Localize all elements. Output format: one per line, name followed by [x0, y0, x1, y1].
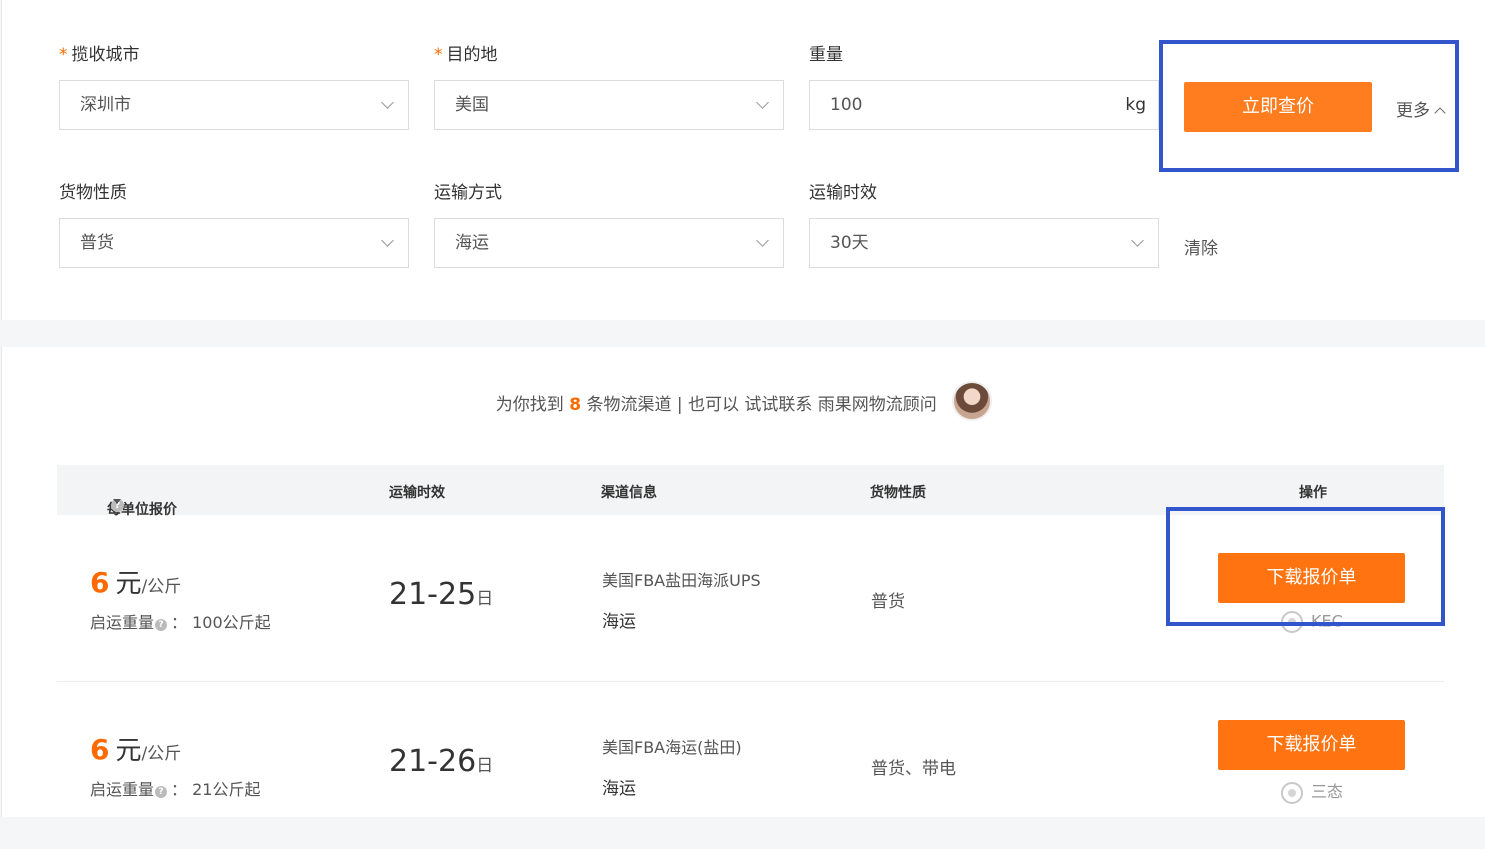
transit-unit: 日 [476, 589, 494, 609]
headset-icon [1281, 781, 1303, 804]
summary-prefix: 为你找到 [495, 395, 564, 415]
summary-suffix[interactable]: 条物流渠道 | 也可以 试试联系 雨果网物流顾问 [586, 395, 936, 415]
pickup-city-label: * 揽收城市 [59, 40, 140, 65]
cargo-type-value: 普货 [80, 233, 114, 253]
destination-value: 美国 [455, 95, 489, 115]
chevron-down-icon [381, 96, 394, 109]
transit-time: 21-25日 [389, 577, 493, 612]
shipping-method-select[interactable]: 海运 [434, 218, 784, 268]
price-amount: 6 [90, 733, 110, 766]
price-currency: 元 [115, 569, 142, 599]
col-action-header: 操作 [1299, 485, 1327, 501]
chevron-down-icon [756, 234, 769, 247]
min-weight: 启运重量?： 100公斤起 [90, 613, 271, 632]
min-weight: 启运重量?： 21公斤起 [90, 780, 261, 799]
sort-desc-icon[interactable] [113, 499, 121, 504]
min-weight-value: 100公斤起 [192, 613, 271, 632]
required-mark: * [59, 45, 68, 65]
cargo-type-select[interactable]: 普货 [59, 218, 409, 268]
price-unit: /公斤 [141, 744, 182, 764]
channel-info: 美国FBA海运(盐田) 海运 [602, 734, 742, 799]
cargo-type: 普货、带电 [871, 759, 956, 779]
chevron-down-icon [381, 234, 394, 247]
highlight-box [1159, 40, 1459, 172]
cargo-type-label: 货物性质 [59, 183, 127, 203]
channel-mode: 海运 [602, 612, 636, 632]
help-icon[interactable]: ? [155, 786, 168, 798]
pickup-city-select[interactable]: 深圳市 [59, 80, 409, 130]
price-amount: 6 [90, 566, 110, 599]
transit-range: 21-25 [389, 577, 477, 612]
consultant-name: 三态 [1311, 782, 1344, 801]
unit-price: 6 元/公斤 [90, 563, 181, 600]
channel-name: 美国FBA盐田海派UPS [602, 571, 761, 590]
download-quote-button[interactable]: 下载报价单 [1218, 720, 1405, 770]
destination-label-text: 目的地 [446, 45, 498, 65]
min-weight-value: 21公斤起 [192, 780, 261, 799]
col-transit-header: 运输时效 [389, 485, 445, 501]
table-row: 6 元/公斤 启运重量?： 21公斤起 21-26日 美国FBA海运(盐田) 海运 … [57, 682, 1444, 849]
required-mark: * [434, 45, 443, 65]
result-summary: 为你找到 8 条物流渠道 | 也可以 试试联系 雨果网物流顾问 [2, 381, 1485, 425]
help-icon[interactable]: ? [155, 619, 168, 631]
transit-unit: 日 [476, 756, 494, 776]
result-count: 8 [569, 395, 582, 415]
pickup-city-label-text: 揽收城市 [71, 45, 140, 65]
price-unit: /公斤 [141, 577, 182, 597]
pickup-city-value: 深圳市 [80, 95, 131, 115]
shipping-method-value: 海运 [455, 233, 489, 253]
weight-value: 100 [830, 95, 863, 115]
destination-select[interactable]: 美国 [434, 80, 784, 130]
weight-unit: kg [1125, 95, 1146, 115]
transit-time-select[interactable]: 30天 [809, 218, 1159, 268]
channel-info: 美国FBA盐田海派UPS 海运 [602, 567, 761, 632]
consultant-link[interactable]: 三态 [1281, 778, 1343, 804]
shipping-method-label: 运输方式 [434, 183, 502, 203]
price-currency: 元 [115, 736, 142, 766]
chevron-down-icon [756, 96, 769, 109]
channel-mode: 海运 [602, 779, 636, 799]
cargo-type: 普货 [871, 592, 905, 612]
weight-label: 重量 [809, 45, 843, 65]
avatar[interactable] [952, 381, 993, 421]
col-cargo-header: 货物性质 [870, 485, 926, 501]
col-channel-header: 渠道信息 [601, 485, 657, 501]
transit-range: 21-26 [389, 744, 477, 779]
weight-input[interactable]: 100 kg [809, 80, 1159, 130]
unit-price: 6 元/公斤 [90, 730, 181, 767]
transit-time-value: 30天 [830, 233, 869, 253]
transit-time: 21-26日 [389, 744, 493, 779]
clear-filters-link[interactable]: 清除 [1184, 234, 1218, 259]
min-weight-label: 启运重量 [90, 780, 155, 799]
channel-name: 美国FBA海运(盐田) [602, 738, 742, 757]
chevron-down-icon [1131, 234, 1144, 247]
transit-time-label: 运输时效 [809, 183, 877, 203]
highlight-box [1166, 507, 1445, 626]
min-weight-label: 启运重量 [90, 613, 155, 632]
destination-label: * 目的地 [434, 40, 498, 65]
